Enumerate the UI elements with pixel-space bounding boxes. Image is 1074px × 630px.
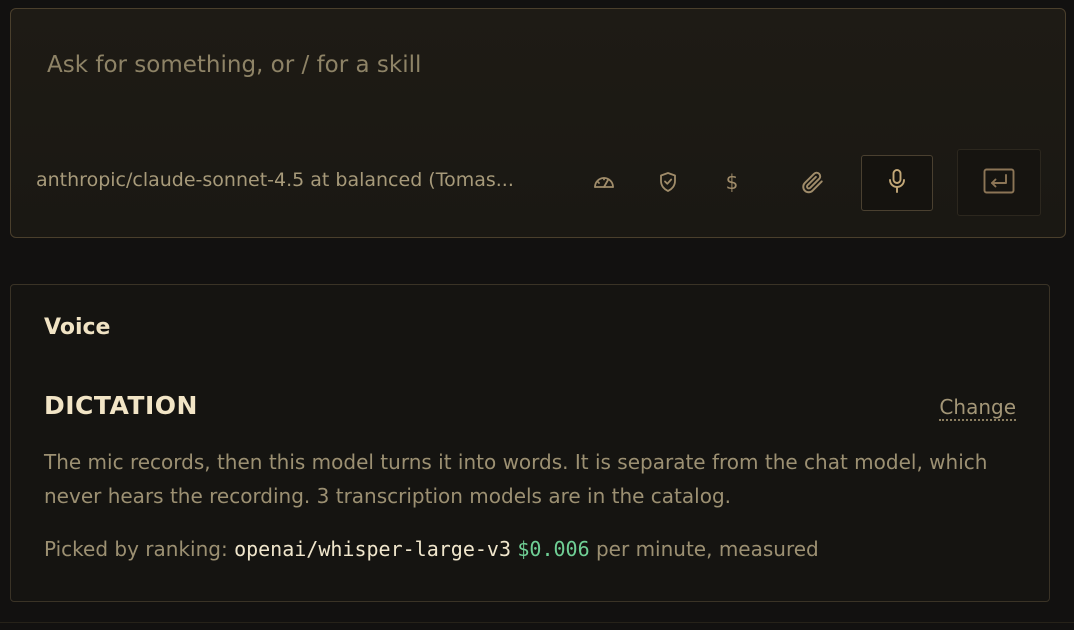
dictation-button[interactable] <box>861 155 933 211</box>
model-selector[interactable]: anthropic/claude-sonnet-4.5 at balanced … <box>36 169 566 191</box>
composer: anthropic/claude-sonnet-4.5 at balanced … <box>10 8 1066 238</box>
gauge-icon <box>592 173 616 191</box>
section-title: DICTATION <box>44 391 198 420</box>
price-suffix: per minute, measured <box>595 537 819 561</box>
prompt-input[interactable] <box>47 47 1027 83</box>
dictation-description: The mic records, then this model turns i… <box>44 450 988 508</box>
send-button[interactable] <box>957 149 1041 216</box>
picked-model-name: openai/whisper-large-v3 <box>234 537 512 561</box>
picked-model-line: Picked by ranking: openai/whisper-large-… <box>44 537 819 561</box>
shield-icon <box>658 171 678 193</box>
paperclip-icon <box>799 169 825 195</box>
panel-title: Voice <box>44 315 111 340</box>
safety-button[interactable] <box>648 162 688 202</box>
picked-prefix: Picked by ranking: <box>44 537 228 561</box>
price-value: $0.006 <box>517 537 590 561</box>
microphone-icon <box>887 168 907 198</box>
dollar-icon: $ <box>725 170 739 194</box>
change-link[interactable]: Change <box>939 395 1016 421</box>
cost-button[interactable]: $ <box>712 162 752 202</box>
enter-icon <box>983 168 1015 198</box>
speed-button[interactable] <box>584 162 624 202</box>
bottom-divider <box>0 622 1074 623</box>
attach-button[interactable] <box>792 162 832 202</box>
voice-panel: Voice DICTATION Change The mic records, … <box>10 284 1050 602</box>
